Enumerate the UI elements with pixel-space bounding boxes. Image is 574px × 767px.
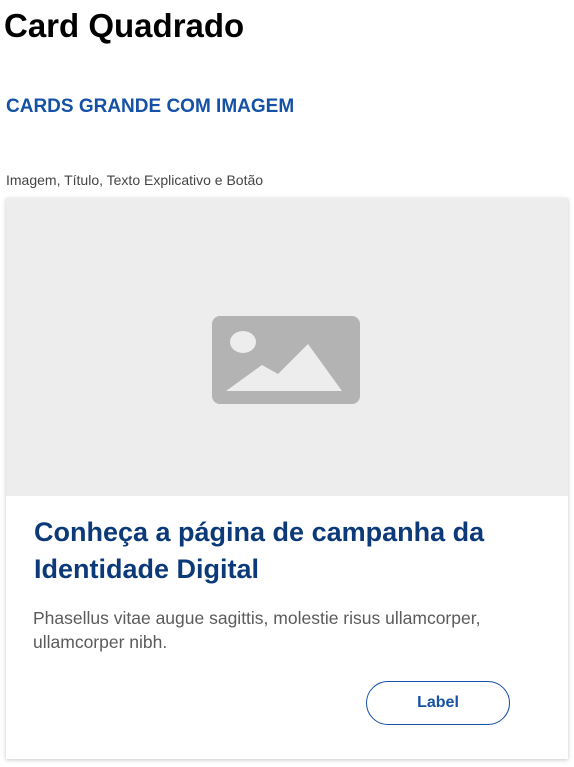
square-card: Conheça a página de campanha da Identida… xyxy=(6,198,568,759)
page-title: Card Quadrado xyxy=(4,7,245,44)
card-image-area xyxy=(6,198,568,496)
section-caption: Imagem, Título, Texto Explicativo e Botã… xyxy=(6,172,264,188)
card-description: Phasellus vitae augue sagittis, molestie… xyxy=(33,608,481,652)
image-placeholder-icon xyxy=(212,316,360,404)
section-heading: CARDS GRANDE COM IMAGEM xyxy=(6,96,295,117)
card-title: Conheça a página de campanha da Identida… xyxy=(34,517,485,584)
card-action-button[interactable]: Label xyxy=(366,681,510,725)
